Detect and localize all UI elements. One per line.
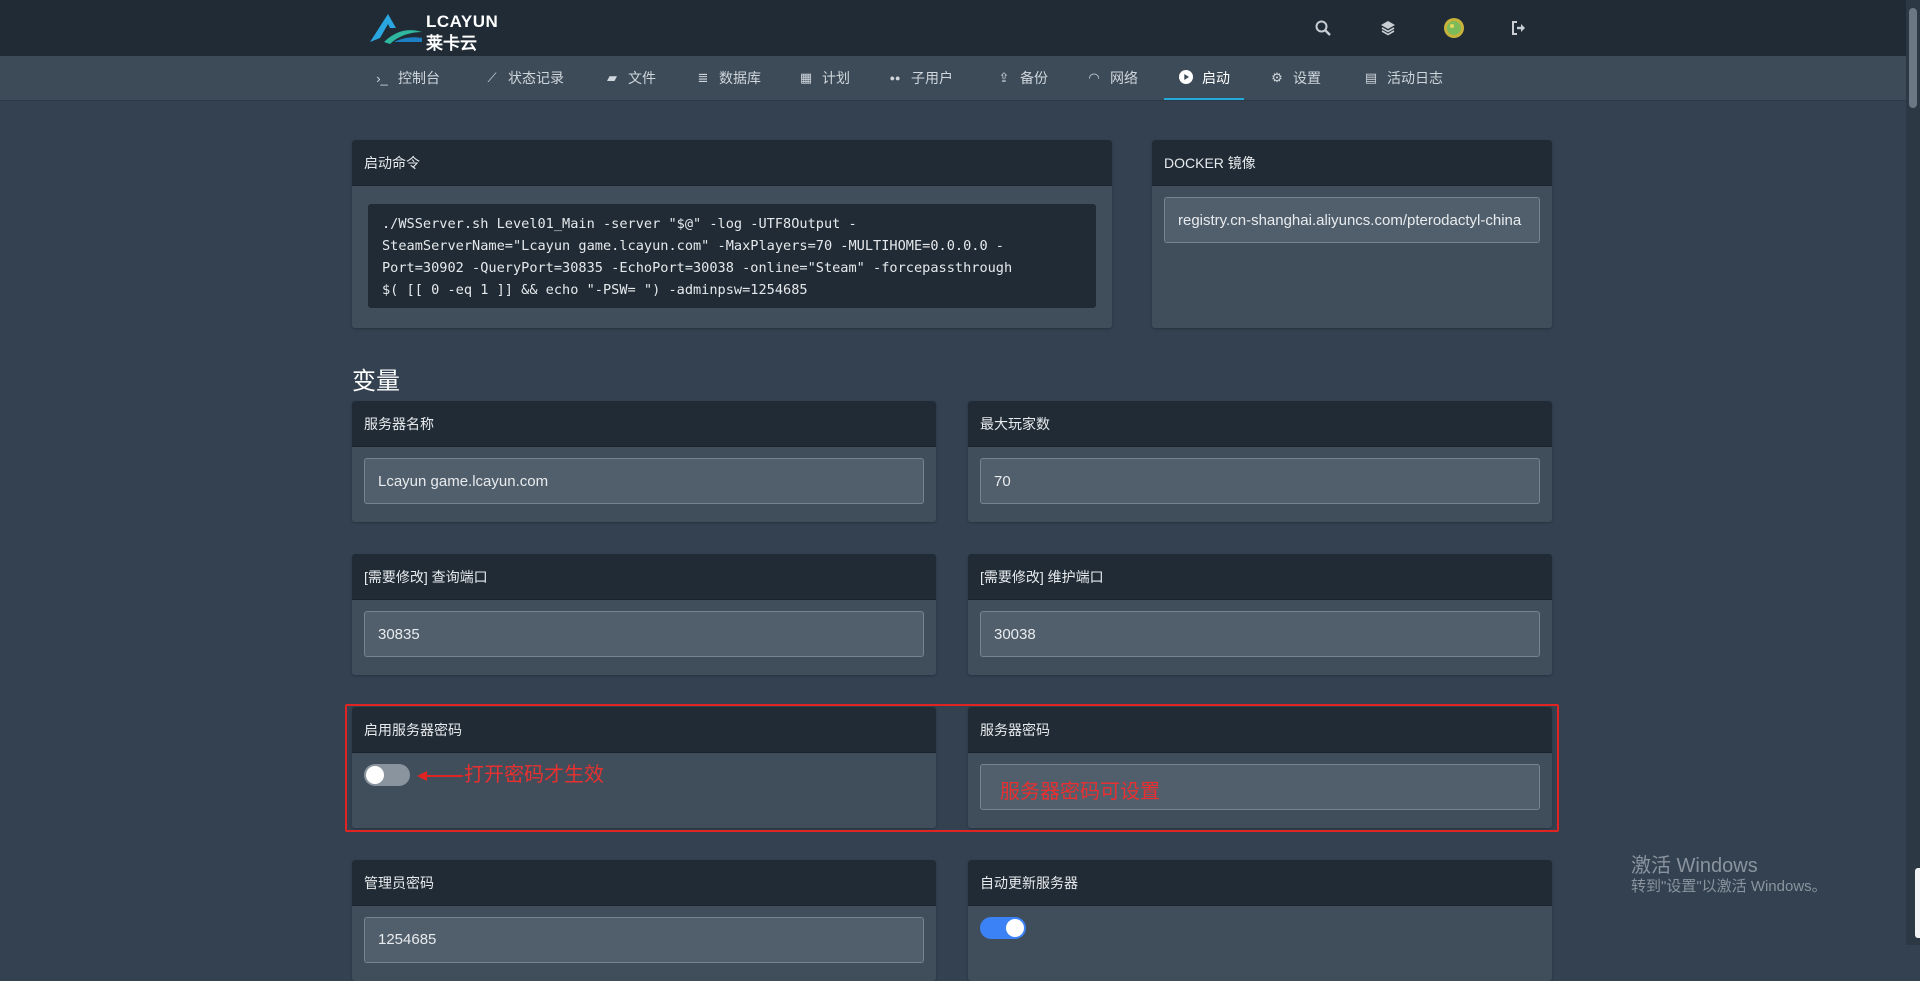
edge-tab — [1915, 868, 1920, 938]
tab-activity[interactable]: ▤ 活动日志 — [1363, 56, 1443, 100]
variable-echo-port: [需要修改] 维护端口 30038 — [968, 554, 1552, 675]
avatar[interactable] — [1440, 14, 1468, 42]
tab-schedules[interactable]: ▦ 计划 — [798, 56, 850, 100]
server-name-input[interactable]: Lcayun game.lcayun.com — [364, 458, 924, 504]
windows-activation-hint: 转到"设置"以激活 Windows。 — [1631, 878, 1827, 895]
auto-update-toggle[interactable] — [980, 917, 1026, 939]
play-circle-icon — [1178, 69, 1194, 87]
variable-auto-update: 自动更新服务器 — [968, 860, 1552, 981]
upload-icon: ⇪ — [998, 70, 1010, 85]
lcayun-logo[interactable]: LCAYUN 莱卡云 — [366, 8, 506, 53]
tab-console[interactable]: ›_ 控制台 — [374, 56, 440, 100]
echo-port-input[interactable]: 30038 — [980, 611, 1540, 657]
max-players-input[interactable]: 70 — [980, 458, 1540, 504]
variable-label: 自动更新服务器 — [968, 860, 1552, 906]
variable-server-name: 服务器名称 Lcayun game.lcayun.com — [352, 401, 936, 522]
variables-heading: 变量 — [352, 368, 400, 395]
admin-password-input[interactable]: 1254685 — [364, 917, 924, 963]
tab-network[interactable]: ◠ 网络 — [1086, 56, 1138, 100]
annotation-arrow-icon — [417, 771, 463, 781]
annotation-password-note: 服务器密码可设置 — [1000, 781, 1160, 803]
folder-icon: ▰ — [607, 70, 617, 85]
tab-subusers[interactable]: ●● 子用户 — [887, 56, 953, 100]
windows-activation-title: 激活 Windows — [1631, 855, 1758, 877]
logout-icon[interactable] — [1505, 14, 1533, 42]
docker-image-field[interactable]: registry.cn-shanghai.aliyuncs.com/pterod… — [1164, 197, 1540, 243]
annotation-toggle-note: 打开密码才生效 — [464, 764, 604, 786]
variable-admin-password: 管理员密码 1254685 — [352, 860, 936, 981]
tab-databases[interactable]: ≣ 数据库 — [695, 56, 761, 100]
logo-subtext: 莱卡云 — [426, 34, 477, 53]
server-nav: ›_ 控制台 ⟋ 状态记录 ▰ 文件 ≣ 数据库 ▦ 计划 ●● 子用户 ⇪ 备份 ◠ 网络 启… — [0, 56, 1920, 101]
scrollbar-thumb[interactable] — [1909, 8, 1917, 108]
network-icon: ◠ — [1088, 70, 1100, 85]
query-port-input[interactable]: 30835 — [364, 611, 924, 657]
variable-query-port: [需要修改] 查询端口 30835 — [352, 554, 936, 675]
startup-command-panel: 启动命令 ./WSServer.sh Level01_Main -server … — [352, 140, 1112, 328]
book-icon: ▤ — [1364, 70, 1378, 85]
startup-command: ./WSServer.sh Level01_Main -server "$@" … — [368, 204, 1096, 308]
search-icon[interactable] — [1309, 14, 1337, 42]
gears-icon: ⚙ — [1271, 70, 1283, 85]
users-icon: ●● — [889, 73, 901, 83]
variable-label: 管理员密码 — [352, 860, 936, 906]
database-icon: ≣ — [697, 70, 709, 85]
variable-max-players: 最大玩家数 70 — [968, 401, 1552, 522]
variable-label: 最大玩家数 — [968, 401, 1552, 447]
page-scrollbar[interactable] — [1906, 0, 1920, 945]
tab-startup[interactable]: 启动 — [1164, 56, 1244, 100]
tab-stats[interactable]: ⟋ 状态记录 — [484, 56, 564, 100]
panel-title: DOCKER 镜像 — [1152, 140, 1552, 186]
top-bar: LCAYUN 莱卡云 — [0, 0, 1920, 56]
calendar-icon: ▦ — [799, 70, 813, 85]
chart-icon: ⟋ — [487, 70, 497, 85]
panel-title: 启动命令 — [352, 140, 1112, 186]
terminal-icon: ›_ — [376, 70, 388, 86]
tab-backups[interactable]: ⇪ 备份 — [996, 56, 1048, 100]
tab-files[interactable]: ▰ 文件 — [604, 56, 656, 100]
variable-label: 服务器名称 — [352, 401, 936, 447]
tab-settings[interactable]: ⚙ 设置 — [1269, 56, 1321, 100]
logo-mark-icon — [370, 14, 422, 44]
docker-image-panel: DOCKER 镜像 registry.cn-shanghai.aliyuncs.… — [1152, 140, 1552, 328]
variable-label: [需要修改] 维护端口 — [968, 554, 1552, 600]
layers-icon[interactable] — [1374, 14, 1402, 42]
variable-label: [需要修改] 查询端口 — [352, 554, 936, 600]
